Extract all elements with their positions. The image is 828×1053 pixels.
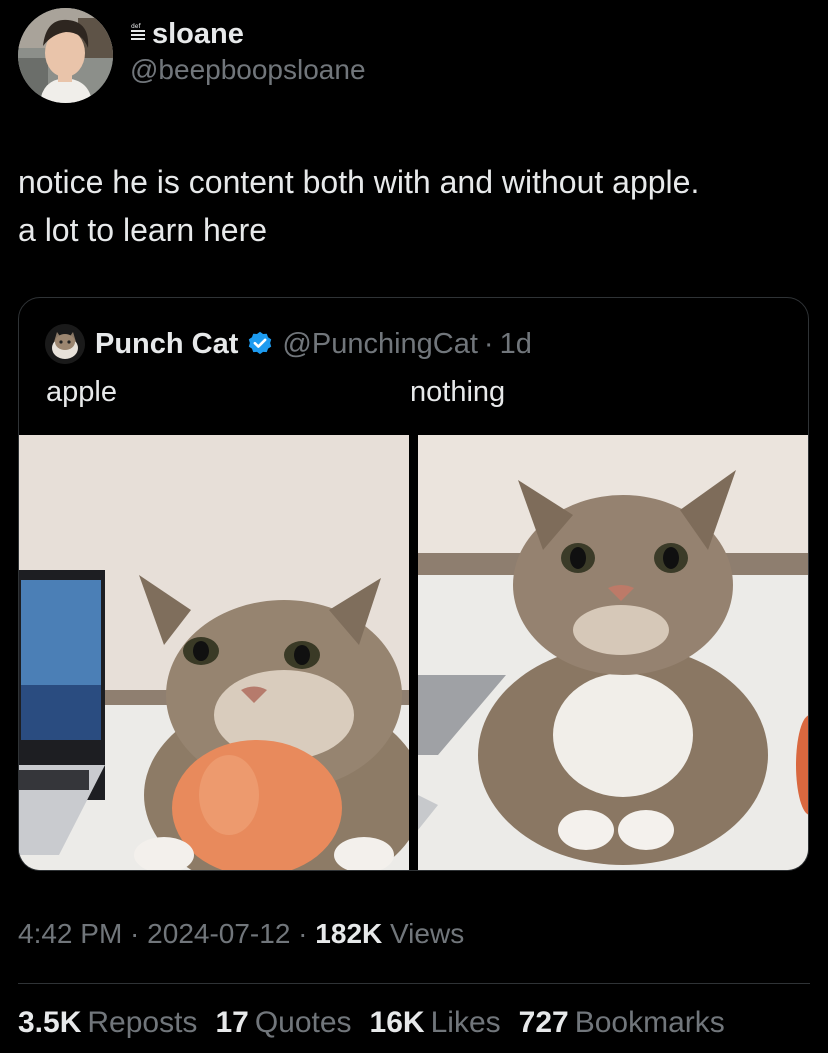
quotes-count: 17	[215, 1006, 249, 1039]
quoted-tweet-header: Punch Cat @PunchingCat · 1d	[45, 324, 532, 364]
cat-without-apple-image[interactable]	[418, 435, 808, 870]
author-avatar[interactable]	[18, 8, 113, 103]
engagement-stats: 3.5K Reposts 17 Quotes 16K Likes 727 Bookmar…	[18, 1006, 743, 1040]
quotes-stat[interactable]: 17 Quotes	[215, 1006, 351, 1040]
bookmarks-stat[interactable]: 727 Bookmarks	[519, 1006, 725, 1040]
svg-text:def: def	[131, 23, 142, 30]
reposts-label: Reposts	[87, 1006, 198, 1039]
views-count: 182K	[315, 918, 383, 949]
caption-nothing: nothing	[410, 376, 506, 408]
quoted-timestamp[interactable]: 1d	[500, 328, 532, 361]
reposts-stat[interactable]: 3.5K Reposts	[18, 1006, 197, 1040]
likes-stat[interactable]: 16K Likes	[370, 1006, 501, 1040]
likes-label: Likes	[430, 1006, 501, 1039]
quoted-tweet-card[interactable]: Punch Cat @PunchingCat · 1d apple nothin…	[18, 297, 809, 871]
quoted-author-avatar[interactable]	[45, 324, 85, 364]
tweet-meta: 4:42 PM · 2024-07-12 · 182K Views	[18, 918, 464, 950]
caption-apple: apple	[46, 376, 117, 408]
tweet-time[interactable]: 4:42 PM	[18, 918, 122, 949]
bookmarks-label: Bookmarks	[574, 1006, 725, 1039]
reposts-count: 3.5K	[18, 1006, 82, 1039]
cat-with-apple-image[interactable]	[19, 435, 409, 870]
views-label: Views	[382, 918, 465, 949]
quotes-label: Quotes	[254, 1006, 352, 1039]
meta-separator: ·	[290, 918, 316, 949]
separator-dot: ·	[483, 327, 494, 360]
verified-badge-icon	[249, 331, 272, 355]
quoted-author-display-name[interactable]: Punch Cat	[95, 328, 238, 361]
author-handle[interactable]: @beepboopsloane	[130, 54, 366, 86]
tweet-date[interactable]: 2024-07-12	[147, 918, 290, 949]
bookmarks-count: 727	[518, 1006, 569, 1039]
likes-count: 16K	[369, 1006, 425, 1039]
tweet-text: notice he is content both with and witho…	[18, 164, 700, 248]
meta-separator: ·	[122, 918, 148, 949]
flag-badge-icon: def	[131, 23, 145, 40]
tweet-header: def sloane @beepboopsloane	[18, 8, 366, 104]
author-display-name[interactable]: sloane	[152, 18, 244, 51]
divider	[18, 983, 810, 984]
quoted-author-handle[interactable]: @PunchingCat	[282, 328, 478, 361]
